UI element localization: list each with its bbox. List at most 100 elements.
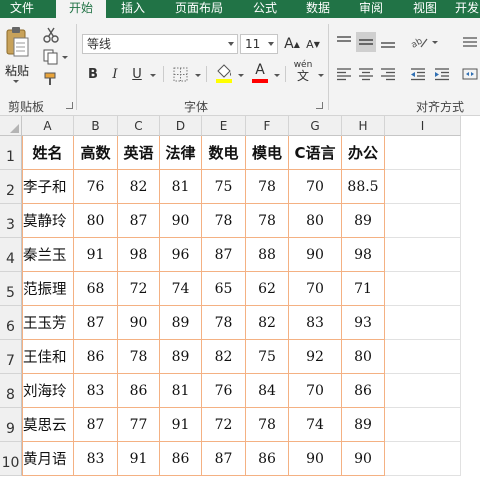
cell-f3[interactable]: 78 [246, 204, 289, 238]
cell-g6[interactable]: 83 [289, 306, 342, 340]
cell-c5[interactable]: 72 [118, 272, 160, 306]
tab-insert[interactable]: 插入 [110, 0, 156, 18]
cell-f10[interactable]: 86 [246, 442, 289, 476]
tab-view[interactable]: 视图 [403, 0, 447, 18]
row-header-10[interactable]: 10 [0, 442, 22, 476]
clipboard-dialog-launcher-icon[interactable] [66, 102, 73, 109]
cell-d10[interactable]: 86 [160, 442, 202, 476]
cell-f2[interactable]: 78 [246, 170, 289, 204]
row-header-9[interactable]: 9 [0, 408, 22, 442]
cell-b3[interactable]: 80 [74, 204, 118, 238]
cell-a8[interactable]: 刘海玲 [22, 374, 74, 408]
shrink-font-button[interactable]: A ▼ [304, 34, 322, 54]
cell-a6[interactable]: 王玉芳 [22, 306, 74, 340]
column-header-b[interactable]: B [74, 116, 118, 136]
borders-button[interactable] [170, 64, 190, 84]
cell-a10[interactable]: 黄月语 [22, 442, 74, 476]
align-center-button[interactable] [356, 64, 376, 84]
cell-i5[interactable] [385, 272, 461, 306]
cut-button[interactable] [42, 26, 60, 44]
tab-page-layout[interactable]: 页面布局 [164, 0, 234, 18]
cell-b5[interactable]: 68 [74, 272, 118, 306]
cell-a3[interactable]: 莫静玲 [22, 204, 74, 238]
paste-dropdown-arrow[interactable] [13, 80, 19, 83]
cell-d9[interactable]: 91 [160, 408, 202, 442]
align-middle-button[interactable] [356, 32, 376, 52]
italic-button[interactable]: I [106, 64, 124, 84]
header-cell-e1[interactable]: 数电 [202, 136, 246, 170]
cell-h9[interactable]: 89 [342, 408, 385, 442]
cell-i4[interactable] [385, 238, 461, 272]
header-cell-h1[interactable]: 办公 [342, 136, 385, 170]
cell-h2[interactable]: 88.5 [342, 170, 385, 204]
cell-d3[interactable]: 90 [160, 204, 202, 238]
grow-font-button[interactable]: A ▲ [283, 34, 301, 54]
decrease-indent-button[interactable] [408, 64, 428, 84]
cell-e5[interactable]: 65 [202, 272, 246, 306]
cell-d8[interactable]: 81 [160, 374, 202, 408]
cell-f9[interactable]: 78 [246, 408, 289, 442]
cell-h4[interactable]: 98 [342, 238, 385, 272]
column-header-i[interactable]: I [385, 116, 461, 136]
cell-g8[interactable]: 70 [289, 374, 342, 408]
cell-i1[interactable] [385, 136, 461, 170]
cell-g2[interactable]: 70 [289, 170, 342, 204]
tab-file[interactable]: 文件 [0, 0, 44, 18]
cell-b6[interactable]: 87 [74, 306, 118, 340]
cell-e4[interactable]: 87 [202, 238, 246, 272]
header-cell-b1[interactable]: 高数 [74, 136, 118, 170]
phonetic-dropdown-arrow[interactable] [318, 74, 324, 77]
fill-color-button[interactable] [214, 62, 234, 84]
header-cell-a1[interactable]: 姓名 [22, 136, 74, 170]
row-header-2[interactable]: 2 [0, 170, 22, 204]
cell-g7[interactable]: 92 [289, 340, 342, 374]
cell-b10[interactable]: 83 [74, 442, 118, 476]
cell-h10[interactable]: 90 [342, 442, 385, 476]
column-header-h[interactable]: H [342, 116, 385, 136]
cell-a5[interactable]: 范振理 [22, 272, 74, 306]
align-bottom-button[interactable] [378, 32, 398, 52]
tab-home[interactable]: 开始 [56, 0, 106, 18]
cell-h3[interactable]: 89 [342, 204, 385, 238]
increase-indent-button[interactable] [432, 64, 452, 84]
column-header-f[interactable]: F [246, 116, 289, 136]
cell-g10[interactable]: 90 [289, 442, 342, 476]
cell-c9[interactable]: 77 [118, 408, 160, 442]
cell-d6[interactable]: 89 [160, 306, 202, 340]
row-header-6[interactable]: 6 [0, 306, 22, 340]
cell-c8[interactable]: 86 [118, 374, 160, 408]
cell-f5[interactable]: 62 [246, 272, 289, 306]
cell-g9[interactable]: 74 [289, 408, 342, 442]
cell-d7[interactable]: 89 [160, 340, 202, 374]
cell-b2[interactable]: 76 [74, 170, 118, 204]
column-header-g[interactable]: G [289, 116, 342, 136]
cell-i8[interactable] [385, 374, 461, 408]
cell-e9[interactable]: 72 [202, 408, 246, 442]
column-header-c[interactable]: C [118, 116, 160, 136]
cell-d4[interactable]: 96 [160, 238, 202, 272]
copy-button[interactable] [42, 48, 60, 66]
header-cell-c1[interactable]: 英语 [118, 136, 160, 170]
row-header-3[interactable]: 3 [0, 204, 22, 238]
cell-b7[interactable]: 86 [74, 340, 118, 374]
cell-g5[interactable]: 70 [289, 272, 342, 306]
cell-h7[interactable]: 80 [342, 340, 385, 374]
header-cell-f1[interactable]: 模电 [246, 136, 289, 170]
cell-f7[interactable]: 75 [246, 340, 289, 374]
paste-button[interactable] [4, 26, 30, 60]
cell-e3[interactable]: 78 [202, 204, 246, 238]
orientation-button[interactable]: ab [408, 32, 430, 52]
font-size-combo[interactable]: 11 [240, 34, 278, 54]
cell-e2[interactable]: 75 [202, 170, 246, 204]
row-header-4[interactable]: 4 [0, 238, 22, 272]
merge-center-button[interactable] [460, 64, 480, 84]
cell-h8[interactable]: 86 [342, 374, 385, 408]
cell-a7[interactable]: 王佳和 [22, 340, 74, 374]
fill-color-dropdown-arrow[interactable] [238, 74, 244, 77]
bold-button[interactable]: B [84, 64, 102, 84]
tab-review[interactable]: 审阅 [349, 0, 393, 18]
borders-dropdown-arrow[interactable] [195, 74, 201, 77]
tab-data[interactable]: 数据 [296, 0, 340, 18]
cell-a2[interactable]: 李子和 [22, 170, 74, 204]
orientation-dropdown-arrow[interactable] [432, 41, 438, 44]
